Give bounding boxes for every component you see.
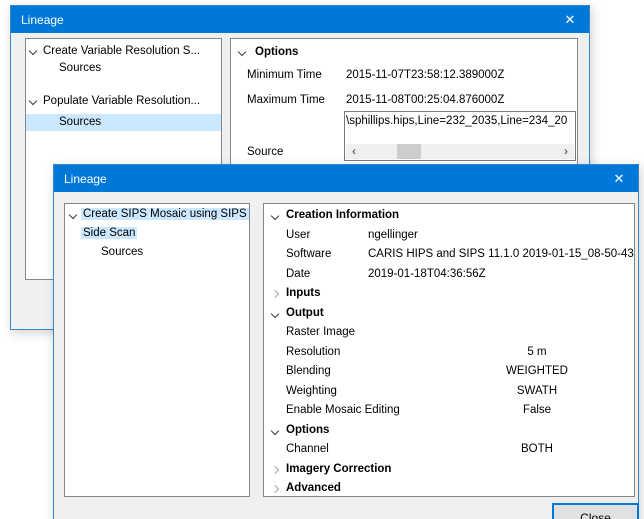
property-value: BOTH (444, 440, 630, 460)
property-value: SWATH (444, 382, 630, 402)
tree-item-label: Sources (101, 246, 143, 258)
process-tree-front: Create SIPS Mosaic using SIPS Side Scan … (64, 203, 250, 497)
chevron-down-icon[interactable] (271, 212, 279, 220)
scrollbar-thumb[interactable] (397, 144, 421, 159)
property-row: Date 2019-01-18T04:36:56Z (264, 265, 634, 285)
scroll-right-icon[interactable]: › (558, 144, 574, 159)
property-label: Enable Mosaic Editing (286, 404, 400, 416)
property-label: Channel (286, 443, 329, 455)
titlebar-back[interactable]: Lineage ✕ (11, 6, 589, 33)
property-value: 2015-11-07T23:58:12.389000Z (346, 66, 504, 85)
section-header-creation-information[interactable]: Creation Information (264, 206, 634, 226)
chevron-down-icon[interactable] (271, 309, 279, 317)
property-label: Resolution (286, 346, 340, 358)
window-title: Lineage (54, 172, 107, 186)
property-value: 2019-01-18T04:36:56Z (368, 265, 486, 285)
property-label: Blending (286, 365, 331, 377)
tree-item-label: Create Variable Resolution S... (26, 45, 200, 57)
horizontal-scrollbar[interactable]: ‹ › (346, 144, 574, 159)
tree-item-selected[interactable]: Create SIPS Mosaic using SIPS Side Scan (65, 204, 249, 243)
scroll-left-icon[interactable]: ‹ (346, 144, 362, 159)
section-header-output[interactable]: Output (264, 304, 634, 324)
section-title: Options (255, 46, 298, 58)
property-label: Date (286, 268, 310, 280)
tree-item[interactable]: Sources (26, 60, 221, 77)
tree-item-label-line2: Side Scan (81, 227, 137, 239)
property-label-source: Source (247, 144, 283, 161)
source-text: \sphillips.hips,Line=232_2035,Line=234_2… (345, 112, 575, 127)
property-value: 2015-11-08T00:25:04.876000Z (346, 91, 504, 110)
section-title: Output (286, 307, 324, 319)
tree-item-selected[interactable]: Sources (26, 114, 221, 131)
property-grid: Creation Information User ngellinger Sof… (263, 203, 635, 497)
property-value: CARIS HIPS and SIPS 11.1.0 2019-01-15_08… (368, 245, 634, 265)
chevron-right-icon[interactable] (271, 290, 279, 298)
section-header-options[interactable]: Options (264, 421, 634, 441)
window-title: Lineage (11, 13, 64, 27)
close-icon[interactable]: ✕ (551, 6, 589, 33)
lineage-dialog-front: Lineage ✕ Create SIPS Mosaic using SIPS … (53, 164, 639, 519)
chevron-down-icon[interactable] (69, 211, 77, 219)
section-header-options[interactable]: Options (231, 44, 577, 61)
property-row: Weighting SWATH (264, 382, 634, 402)
tree-item-label: Sources (26, 116, 101, 128)
property-value: ngellinger (368, 226, 418, 246)
property-row: Minimum Time 2015-11-07T23:58:12.389000Z (231, 66, 577, 85)
section-header-inputs[interactable]: Inputs (264, 284, 634, 304)
property-label: Minimum Time (247, 69, 322, 81)
section-title: Options (286, 424, 329, 436)
tree-item[interactable]: Sources (65, 243, 249, 262)
property-row: Channel BOTH (264, 440, 634, 460)
chevron-right-icon[interactable] (271, 485, 279, 493)
property-row: Raster Image (264, 323, 634, 343)
desktop: Lineage ✕ Create Variable Resolution S..… (0, 0, 644, 519)
property-row: Blending WEIGHTED (264, 362, 634, 382)
section-title: Creation Information (286, 209, 399, 221)
source-textbox[interactable]: \sphillips.hips,Line=232_2035,Line=234_2… (344, 111, 576, 161)
titlebar-front[interactable]: Lineage ✕ (54, 165, 638, 192)
property-row: Enable Mosaic Editing False (264, 401, 634, 421)
property-row: Software CARIS HIPS and SIPS 11.1.0 2019… (264, 245, 634, 265)
section-title: Imagery Correction (286, 463, 391, 475)
section-title: Advanced (286, 482, 341, 494)
property-label: Software (286, 248, 331, 260)
property-value: 5 m (444, 343, 630, 363)
property-row: User ngellinger (264, 226, 634, 246)
property-row: Resolution 5 m (264, 343, 634, 363)
tree-item-label-line1: Create SIPS Mosaic using SIPS (81, 208, 249, 220)
property-value: WEIGHTED (444, 362, 630, 382)
tree-item[interactable]: Create Variable Resolution S... (26, 43, 221, 60)
close-icon[interactable]: ✕ (600, 165, 638, 192)
tree-item[interactable]: Populate Variable Resolution... (26, 93, 221, 110)
chevron-down-icon[interactable] (271, 426, 279, 434)
tree-item-label: Sources (26, 62, 101, 74)
property-value: False (444, 401, 630, 421)
chevron-down-icon[interactable] (238, 48, 246, 56)
property-label: Weighting (286, 385, 337, 397)
section-header-imagery-correction[interactable]: Imagery Correction (264, 460, 634, 480)
section-title: Inputs (286, 287, 321, 299)
property-label: Raster Image (286, 326, 355, 338)
chevron-right-icon[interactable] (271, 465, 279, 473)
property-row: Maximum Time 2015-11-08T00:25:04.876000Z (231, 91, 577, 110)
property-label: Maximum Time (247, 94, 325, 106)
property-label: User (286, 229, 310, 241)
tree-item-label: Populate Variable Resolution... (26, 95, 200, 107)
section-header-advanced[interactable]: Advanced (264, 479, 634, 497)
close-button[interactable]: Close (552, 503, 639, 519)
